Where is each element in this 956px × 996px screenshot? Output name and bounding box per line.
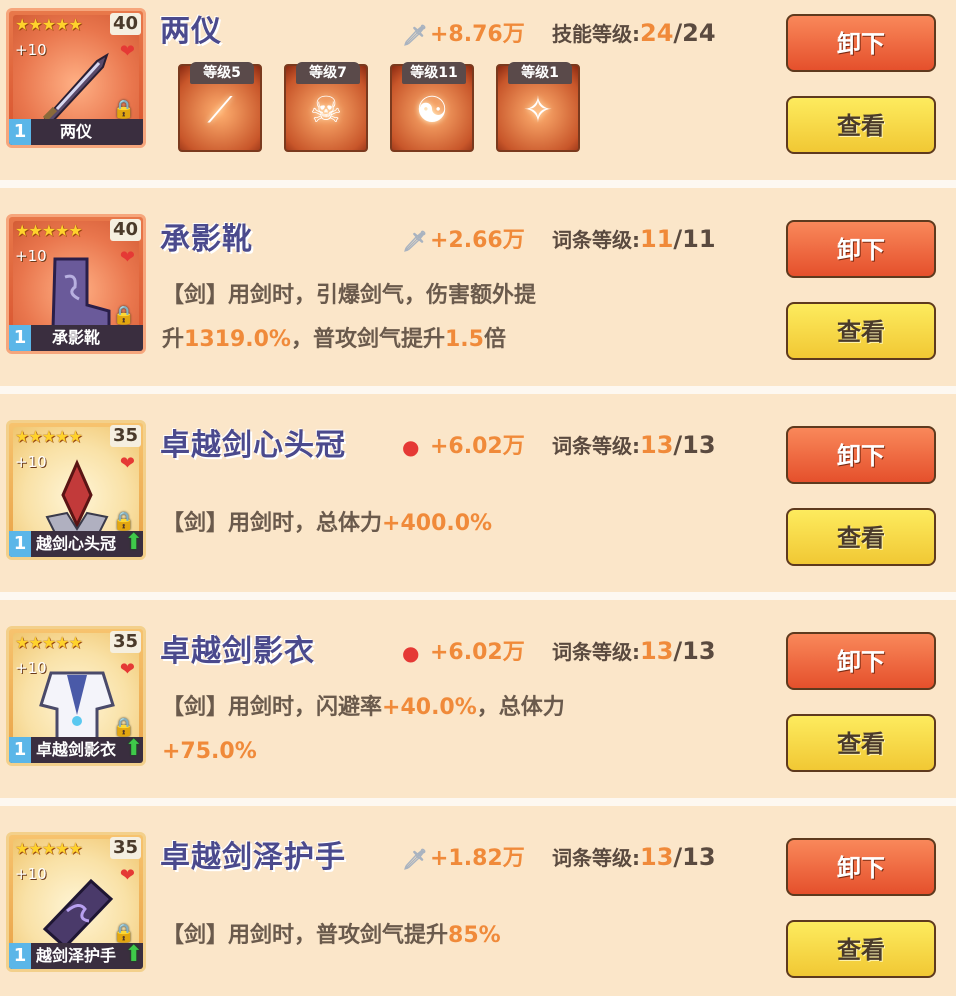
bracer-icon	[42, 878, 114, 950]
affix-description: 【剑】用剑时，总体力+400.0%	[162, 511, 493, 536]
equipment-row: ★★★★★ 35 +10 ❤ 🔒 越剑心头冠 1 ⬆ 卓越剑心头冠 ● +6.02…	[0, 394, 956, 592]
item-card[interactable]: ★★★★★ 35 +10 ❤ 🔒 卓越剑影衣 1 ⬆	[6, 626, 146, 766]
affix-level: 词条等级:13/13	[552, 431, 716, 459]
crown-icon	[45, 459, 109, 534]
item-level: 35	[109, 631, 141, 653]
divider	[0, 592, 956, 600]
tier-badge: 1	[9, 531, 31, 557]
item-card[interactable]: ★★★★★ 40 +10 ❤ 🔒 两仪 1	[6, 8, 146, 148]
skill-slot[interactable]: 等级5 ⟋	[178, 62, 262, 152]
skill-level-tag: 等级1	[508, 62, 572, 84]
equipment-row: ★★★★★ 40 +10 ❤ 🔒 承影靴 1 承影靴 🗡 +2.66万 词条等级:…	[0, 188, 956, 386]
sword-icon	[42, 52, 109, 125]
rarity-stars: ★★★★★	[15, 839, 83, 858]
skill-level-tag: 等级7	[296, 62, 360, 84]
yin-yang-icon: ☯	[415, 90, 449, 131]
view-button[interactable]: 查看	[786, 302, 936, 360]
enhance-level: +10	[15, 659, 47, 677]
sword-icon: 🗡	[402, 23, 428, 47]
heart-icon: ❤	[119, 865, 135, 886]
heart-icon: ●	[402, 641, 420, 665]
item-card[interactable]: ★★★★★ 40 +10 ❤ 🔒 承影靴 1	[6, 214, 146, 354]
tier-badge: 1	[9, 943, 31, 969]
slash-icon: ⟋	[207, 90, 233, 131]
heart-icon: ❤	[119, 41, 135, 62]
affix-description: 【剑】用剑时，普攻剑气提升85%	[162, 923, 501, 948]
unequip-button[interactable]: 卸下	[786, 426, 936, 484]
item-card[interactable]: ★★★★★ 35 +10 ❤ 🔒 越剑泽护手 1 ⬆	[6, 832, 146, 972]
item-title: 两仪	[160, 14, 222, 49]
boot-icon	[51, 257, 111, 331]
rarity-stars: ★★★★★	[15, 15, 83, 34]
item-level: 40	[109, 219, 141, 241]
skill-slot[interactable]: 等级1 ✧	[496, 62, 580, 152]
equipment-row: ★★★★★ 35 +10 ❤ 🔒 越剑泽护手 1 ⬆ 卓越剑泽护手 🗡 +1.82…	[0, 806, 956, 996]
item-level: 40	[109, 13, 141, 35]
unequip-button[interactable]: 卸下	[786, 632, 936, 690]
unequip-button[interactable]: 卸下	[786, 838, 936, 896]
power-stat: 🗡 +2.66万	[402, 228, 525, 253]
skill-level-tag: 等级11	[402, 62, 466, 84]
skill-level-tag: 等级5	[190, 62, 254, 84]
power-stat: 🗡 +1.82万	[402, 846, 525, 871]
rarity-stars: ★★★★★	[15, 633, 83, 652]
robe-icon	[39, 671, 115, 743]
equipment-row: ★★★★★ 35 +10 ❤ 🔒 卓越剑影衣 1 ⬆ 卓越剑影衣 ● +6.02万…	[0, 600, 956, 798]
view-button[interactable]: 查看	[786, 714, 936, 772]
sword-circle-icon: ✧	[522, 90, 554, 131]
view-button[interactable]: 查看	[786, 920, 936, 978]
item-title: 承影靴	[160, 222, 253, 257]
heart-icon: ❤	[119, 453, 135, 474]
affix-level: 词条等级:13/13	[552, 637, 716, 665]
enhance-level: +10	[15, 865, 47, 883]
item-title: 卓越剑泽护手	[160, 840, 346, 875]
divider	[0, 180, 956, 188]
sword-icon: 🗡	[402, 847, 428, 871]
item-title: 卓越剑心头冠	[160, 428, 346, 463]
divider	[0, 386, 956, 394]
enhance-level: +10	[15, 247, 47, 265]
ninja-icon: ☠	[309, 90, 343, 131]
skill-slot[interactable]: 等级7 ☠	[284, 62, 368, 152]
power-stat: 🗡 +8.76万	[402, 22, 525, 47]
heart-icon: ●	[402, 435, 420, 459]
affix-description: 【剑】用剑时，闪避率+40.0%，总体力 +75.0%	[162, 695, 565, 764]
affix-level: 词条等级:11/11	[552, 225, 716, 253]
unequip-button[interactable]: 卸下	[786, 220, 936, 278]
enhance-level: +10	[15, 41, 47, 59]
view-button[interactable]: 查看	[786, 96, 936, 154]
tier-badge: 1	[9, 325, 31, 351]
view-button[interactable]: 查看	[786, 508, 936, 566]
lock-icon[interactable]: 🔒	[113, 717, 135, 738]
unequip-button[interactable]: 卸下	[786, 14, 936, 72]
skill-slot[interactable]: 等级11 ☯	[390, 62, 474, 152]
tier-badge: 1	[9, 737, 31, 763]
lock-icon[interactable]: 🔒	[113, 511, 135, 532]
item-card[interactable]: ★★★★★ 35 +10 ❤ 🔒 越剑心头冠 1 ⬆	[6, 420, 146, 560]
health-stat: ● +6.02万	[402, 640, 525, 665]
item-level: 35	[109, 837, 141, 859]
lock-icon[interactable]: 🔒	[113, 305, 135, 326]
lock-icon[interactable]: 🔒	[113, 99, 135, 120]
item-level: 35	[109, 425, 141, 447]
upgrade-arrow-icon: ⬆	[124, 530, 143, 555]
enhance-level: +10	[15, 453, 47, 471]
health-stat: ● +6.02万	[402, 434, 525, 459]
affix-level: 词条等级:13/13	[552, 843, 716, 871]
upgrade-arrow-icon: ⬆	[124, 942, 143, 967]
divider	[0, 798, 956, 806]
affix-description: 【剑】用剑时，引爆剑气，伤害额外提 升1319.0%，普攻剑气提升1.5倍	[162, 283, 537, 352]
item-title: 卓越剑影衣	[160, 634, 315, 669]
rarity-stars: ★★★★★	[15, 221, 83, 240]
heart-icon: ❤	[119, 247, 135, 268]
skill-level: 技能等级:24/24	[552, 19, 716, 47]
equipment-row: ★★★★★ 40 +10 ❤ 🔒 两仪 1 两仪 🗡 +8.76万 技能等级:24…	[0, 0, 956, 180]
upgrade-arrow-icon: ⬆	[124, 736, 143, 761]
tier-badge: 1	[9, 119, 31, 145]
rarity-stars: ★★★★★	[15, 427, 83, 446]
heart-icon: ❤	[119, 659, 135, 680]
sword-icon: 🗡	[402, 229, 428, 253]
lock-icon[interactable]: 🔒	[113, 923, 135, 944]
